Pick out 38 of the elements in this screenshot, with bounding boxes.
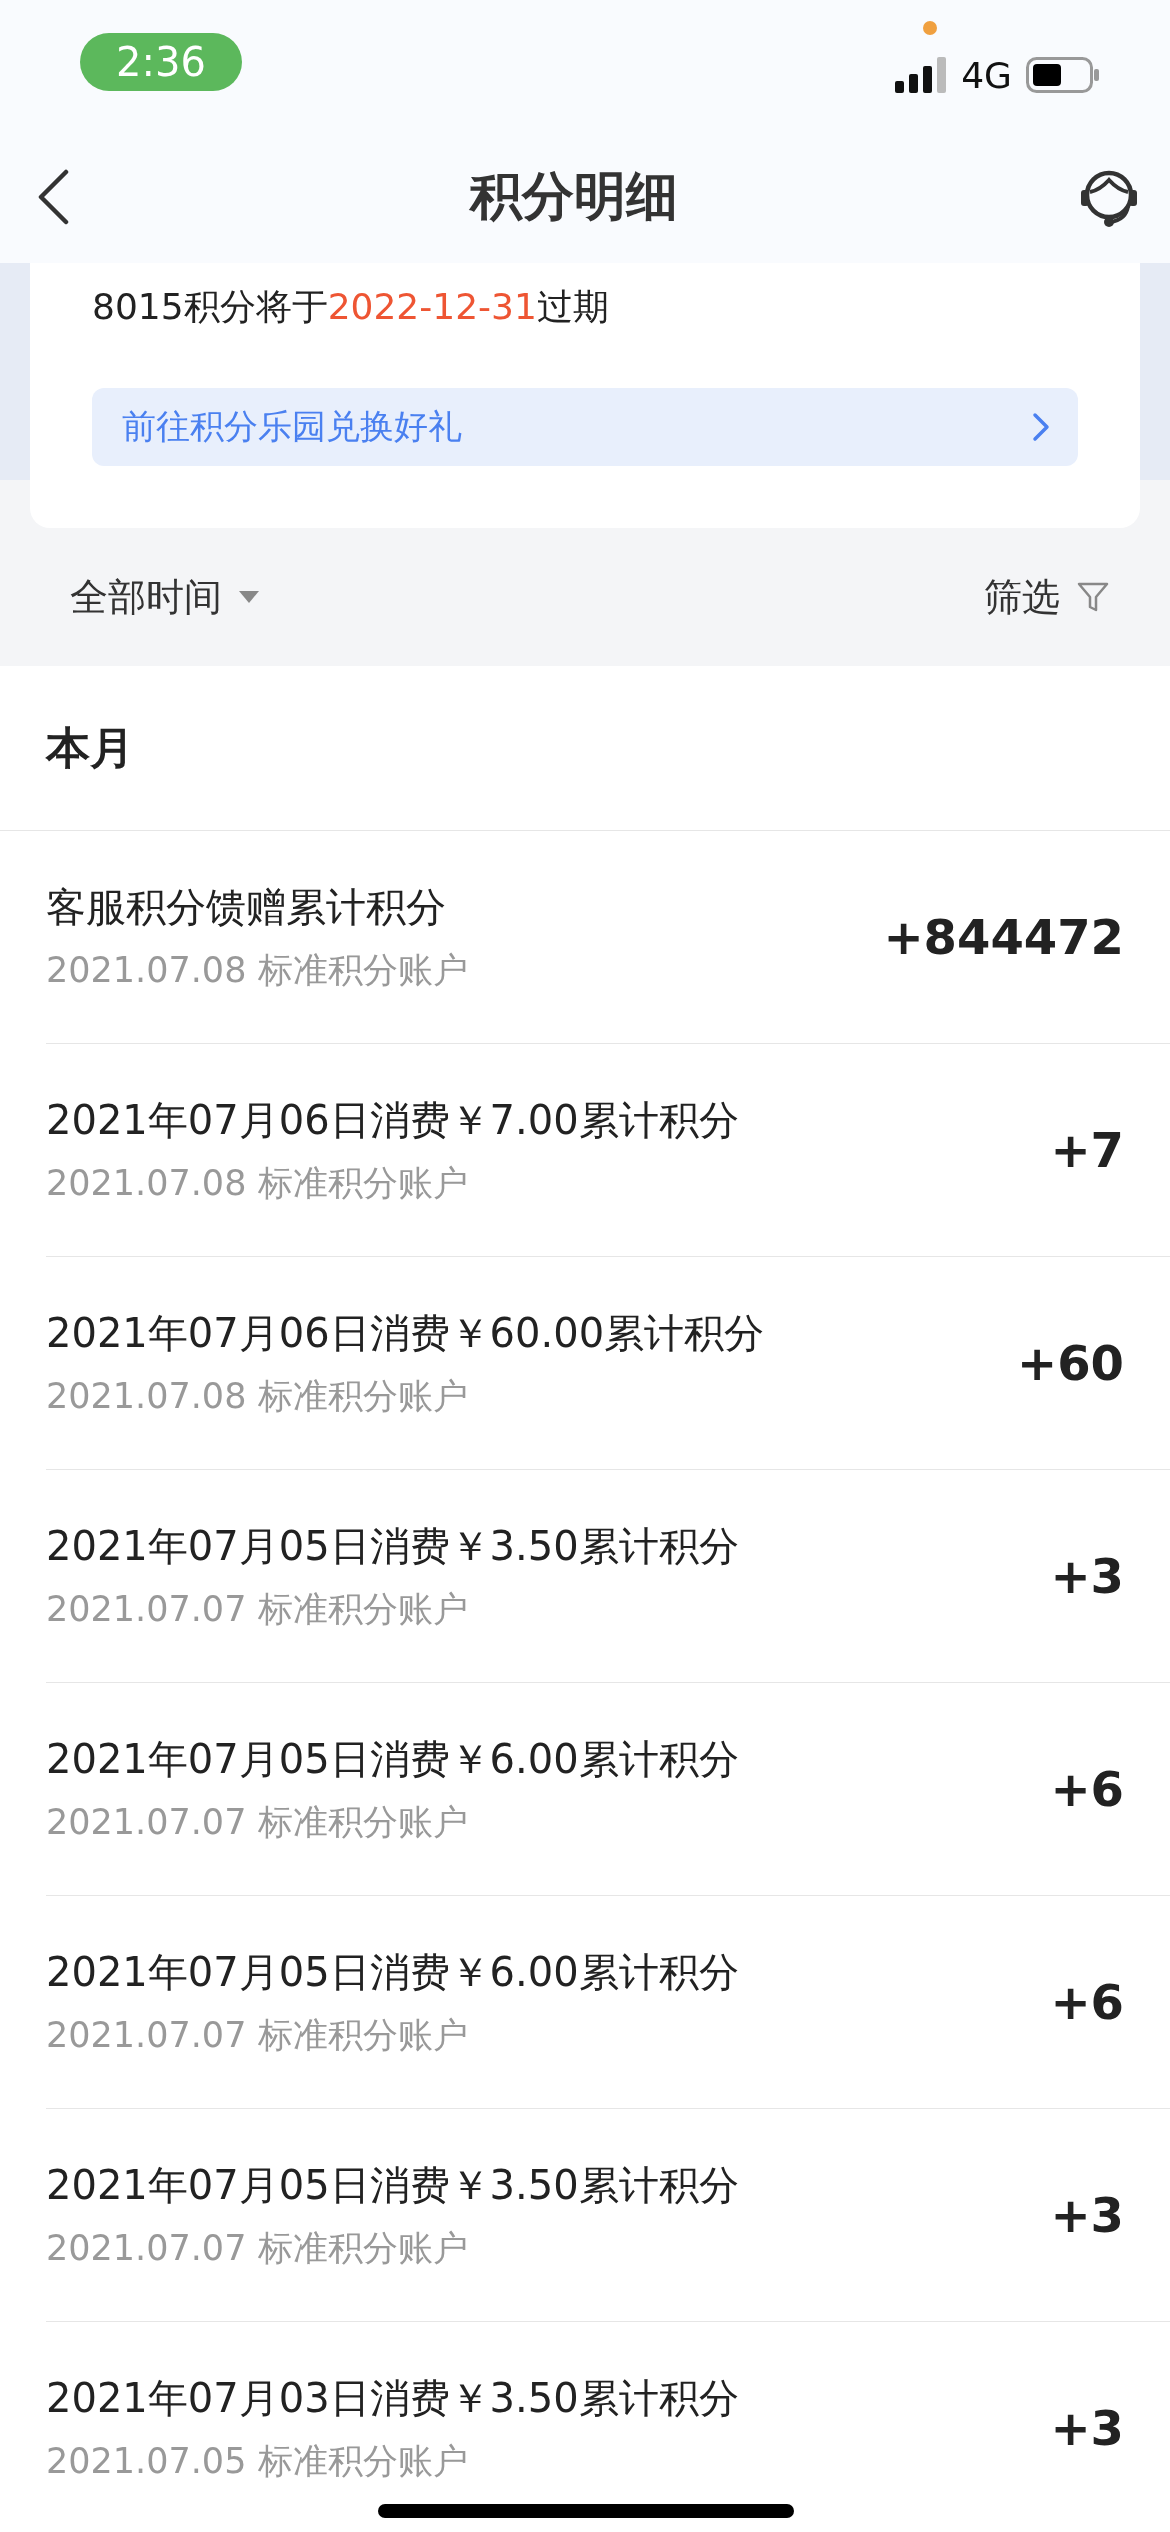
privacy-dot-icon xyxy=(922,20,938,36)
record-title: 2021年07月05日消费￥3.50累计积分 xyxy=(46,2161,740,2210)
filter-icon xyxy=(1076,580,1110,614)
status-time: 2:36 xyxy=(80,33,242,91)
record-subtitle: 2021.07.05 标准积分账户 xyxy=(46,2440,469,2483)
expiry-notice: 8015积分将于2022-12-31过期 xyxy=(92,285,610,329)
record-title: 客服积分馈赠累计积分 xyxy=(46,883,447,932)
points-amount: +6 xyxy=(1050,1761,1124,1817)
record-title: 2021年07月06日消费￥7.00累计积分 xyxy=(46,1096,740,1145)
record-subtitle: 2021.07.07 标准积分账户 xyxy=(46,2227,469,2270)
page-title: 积分明细 xyxy=(470,164,678,228)
points-amount: +3 xyxy=(1050,2187,1124,2243)
points-amount: +60 xyxy=(1017,1335,1124,1391)
points-amount: +7 xyxy=(1050,1122,1124,1178)
record-title: 2021年07月05日消费￥6.00累计积分 xyxy=(46,1735,740,1784)
time-range-dropdown[interactable]: 全部时间 xyxy=(70,571,260,623)
caret-down-icon xyxy=(238,590,260,604)
record-subtitle: 2021.07.07 标准积分账户 xyxy=(46,1588,469,1631)
points-amount: +3 xyxy=(1050,2400,1124,2456)
record-subtitle: 2021.07.07 标准积分账户 xyxy=(46,2014,469,2057)
chevron-right-icon xyxy=(1032,412,1050,442)
record-subtitle: 2021.07.08 标准积分账户 xyxy=(46,949,469,992)
record-subtitle: 2021.07.08 标准积分账户 xyxy=(46,1162,469,1205)
network-label: 4G xyxy=(961,54,1012,96)
record-subtitle: 2021.07.07 标准积分账户 xyxy=(46,1801,469,1844)
filter-button[interactable]: 筛选 xyxy=(984,571,1110,623)
battery-icon xyxy=(1026,57,1100,93)
points-amount: +3 xyxy=(1050,1548,1124,1604)
points-amount: +844472 xyxy=(883,909,1124,965)
back-icon[interactable] xyxy=(36,168,70,225)
record-title: 2021年07月05日消费￥6.00累计积分 xyxy=(46,1948,740,1997)
record-title: 2021年07月06日消费￥60.00累计积分 xyxy=(46,1309,766,1358)
record-title: 2021年07月05日消费￥3.50累计积分 xyxy=(46,1522,740,1571)
section-heading: 本月 xyxy=(46,720,134,775)
points-amount: +6 xyxy=(1050,1974,1124,2030)
record-subtitle: 2021.07.08 标准积分账户 xyxy=(46,1375,469,1418)
signal-icon xyxy=(895,57,948,93)
record-title: 2021年07月03日消费￥3.50累计积分 xyxy=(46,2374,740,2423)
